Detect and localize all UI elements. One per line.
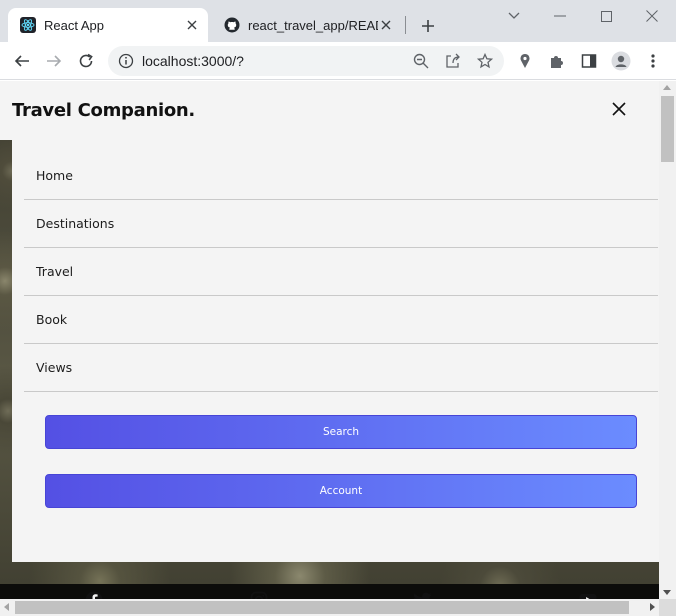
menu-item-destinations[interactable]: Destinations <box>24 200 658 248</box>
scroll-right-arrow-icon[interactable] <box>650 603 655 611</box>
menu-item-book[interactable]: Book <box>24 296 658 344</box>
reload-icon[interactable] <box>75 50 97 72</box>
site-info-icon[interactable] <box>118 53 134 69</box>
scroll-up-arrow-icon[interactable] <box>663 85 671 90</box>
youtube-icon[interactable] <box>579 591 597 599</box>
tab-readme[interactable]: react_travel_app/README.m <box>212 8 402 42</box>
address-toolbar: localhost:3000/? <box>0 42 676 80</box>
facebook-icon[interactable] <box>85 591 103 599</box>
tab-react-app[interactable]: React App <box>8 8 208 42</box>
tab-title: React App <box>44 17 104 33</box>
github-icon <box>224 17 240 33</box>
close-menu-icon[interactable] <box>609 99 629 119</box>
scrollbar-corner <box>659 599 676 616</box>
new-tab-icon[interactable] <box>418 16 438 36</box>
site-header: Travel Companion. <box>0 81 659 140</box>
maximize-icon[interactable] <box>596 6 616 26</box>
instagram-icon[interactable] <box>250 591 268 599</box>
menu-item-home[interactable]: Home <box>24 152 658 200</box>
extensions-icon[interactable] <box>546 50 568 72</box>
account-button[interactable]: Account <box>45 474 637 508</box>
menu-item-views[interactable]: Views <box>24 344 658 392</box>
side-panel-icon[interactable] <box>578 50 600 72</box>
back-arrow-icon[interactable] <box>11 50 33 72</box>
tab-title: react_travel_app/README.m <box>248 17 378 33</box>
address-bar[interactable]: localhost:3000/? <box>108 46 504 76</box>
site-brand[interactable]: Travel Companion. <box>12 100 195 121</box>
window-close-icon[interactable] <box>642 6 662 26</box>
bookmark-star-icon[interactable] <box>476 52 494 70</box>
profile-avatar-icon[interactable] <box>610 50 632 72</box>
mobile-menu: Home Destinations Travel Book Views Sear… <box>12 140 659 599</box>
page-viewport: Travel Companion. Home Destinations Trav… <box>0 81 659 599</box>
tab-separator <box>405 16 406 34</box>
search-button[interactable]: Search <box>45 415 637 449</box>
horizontal-scrollbar[interactable] <box>0 599 659 616</box>
tab-strip: React App react_travel_app/README.m <box>0 0 676 42</box>
close-tab-icon[interactable] <box>184 17 200 33</box>
horizontal-scroll-thumb[interactable] <box>15 601 629 614</box>
browser-window: React App react_travel_app/README.m <box>0 0 676 616</box>
react-logo-icon <box>20 17 36 33</box>
tab-search-chevron-icon[interactable] <box>504 6 524 26</box>
vertical-scrollbar[interactable] <box>659 81 676 599</box>
scroll-down-arrow-icon[interactable] <box>663 590 671 595</box>
browser-menu-icon[interactable] <box>642 50 664 72</box>
url-text: localhost:3000/? <box>142 53 244 69</box>
location-pin-icon[interactable] <box>514 50 536 72</box>
minimize-icon[interactable] <box>550 6 570 26</box>
menu-item-travel[interactable]: Travel <box>24 248 658 296</box>
twitter-icon[interactable] <box>414 591 432 599</box>
scroll-left-arrow-icon[interactable] <box>4 603 9 611</box>
share-icon[interactable] <box>444 52 462 70</box>
zoom-out-icon[interactable] <box>412 52 430 70</box>
vertical-scroll-thumb[interactable] <box>661 96 674 162</box>
forward-arrow-icon[interactable] <box>43 50 65 72</box>
menu-list: Home Destinations Travel Book Views <box>24 152 658 392</box>
close-tab-icon[interactable] <box>378 17 394 33</box>
